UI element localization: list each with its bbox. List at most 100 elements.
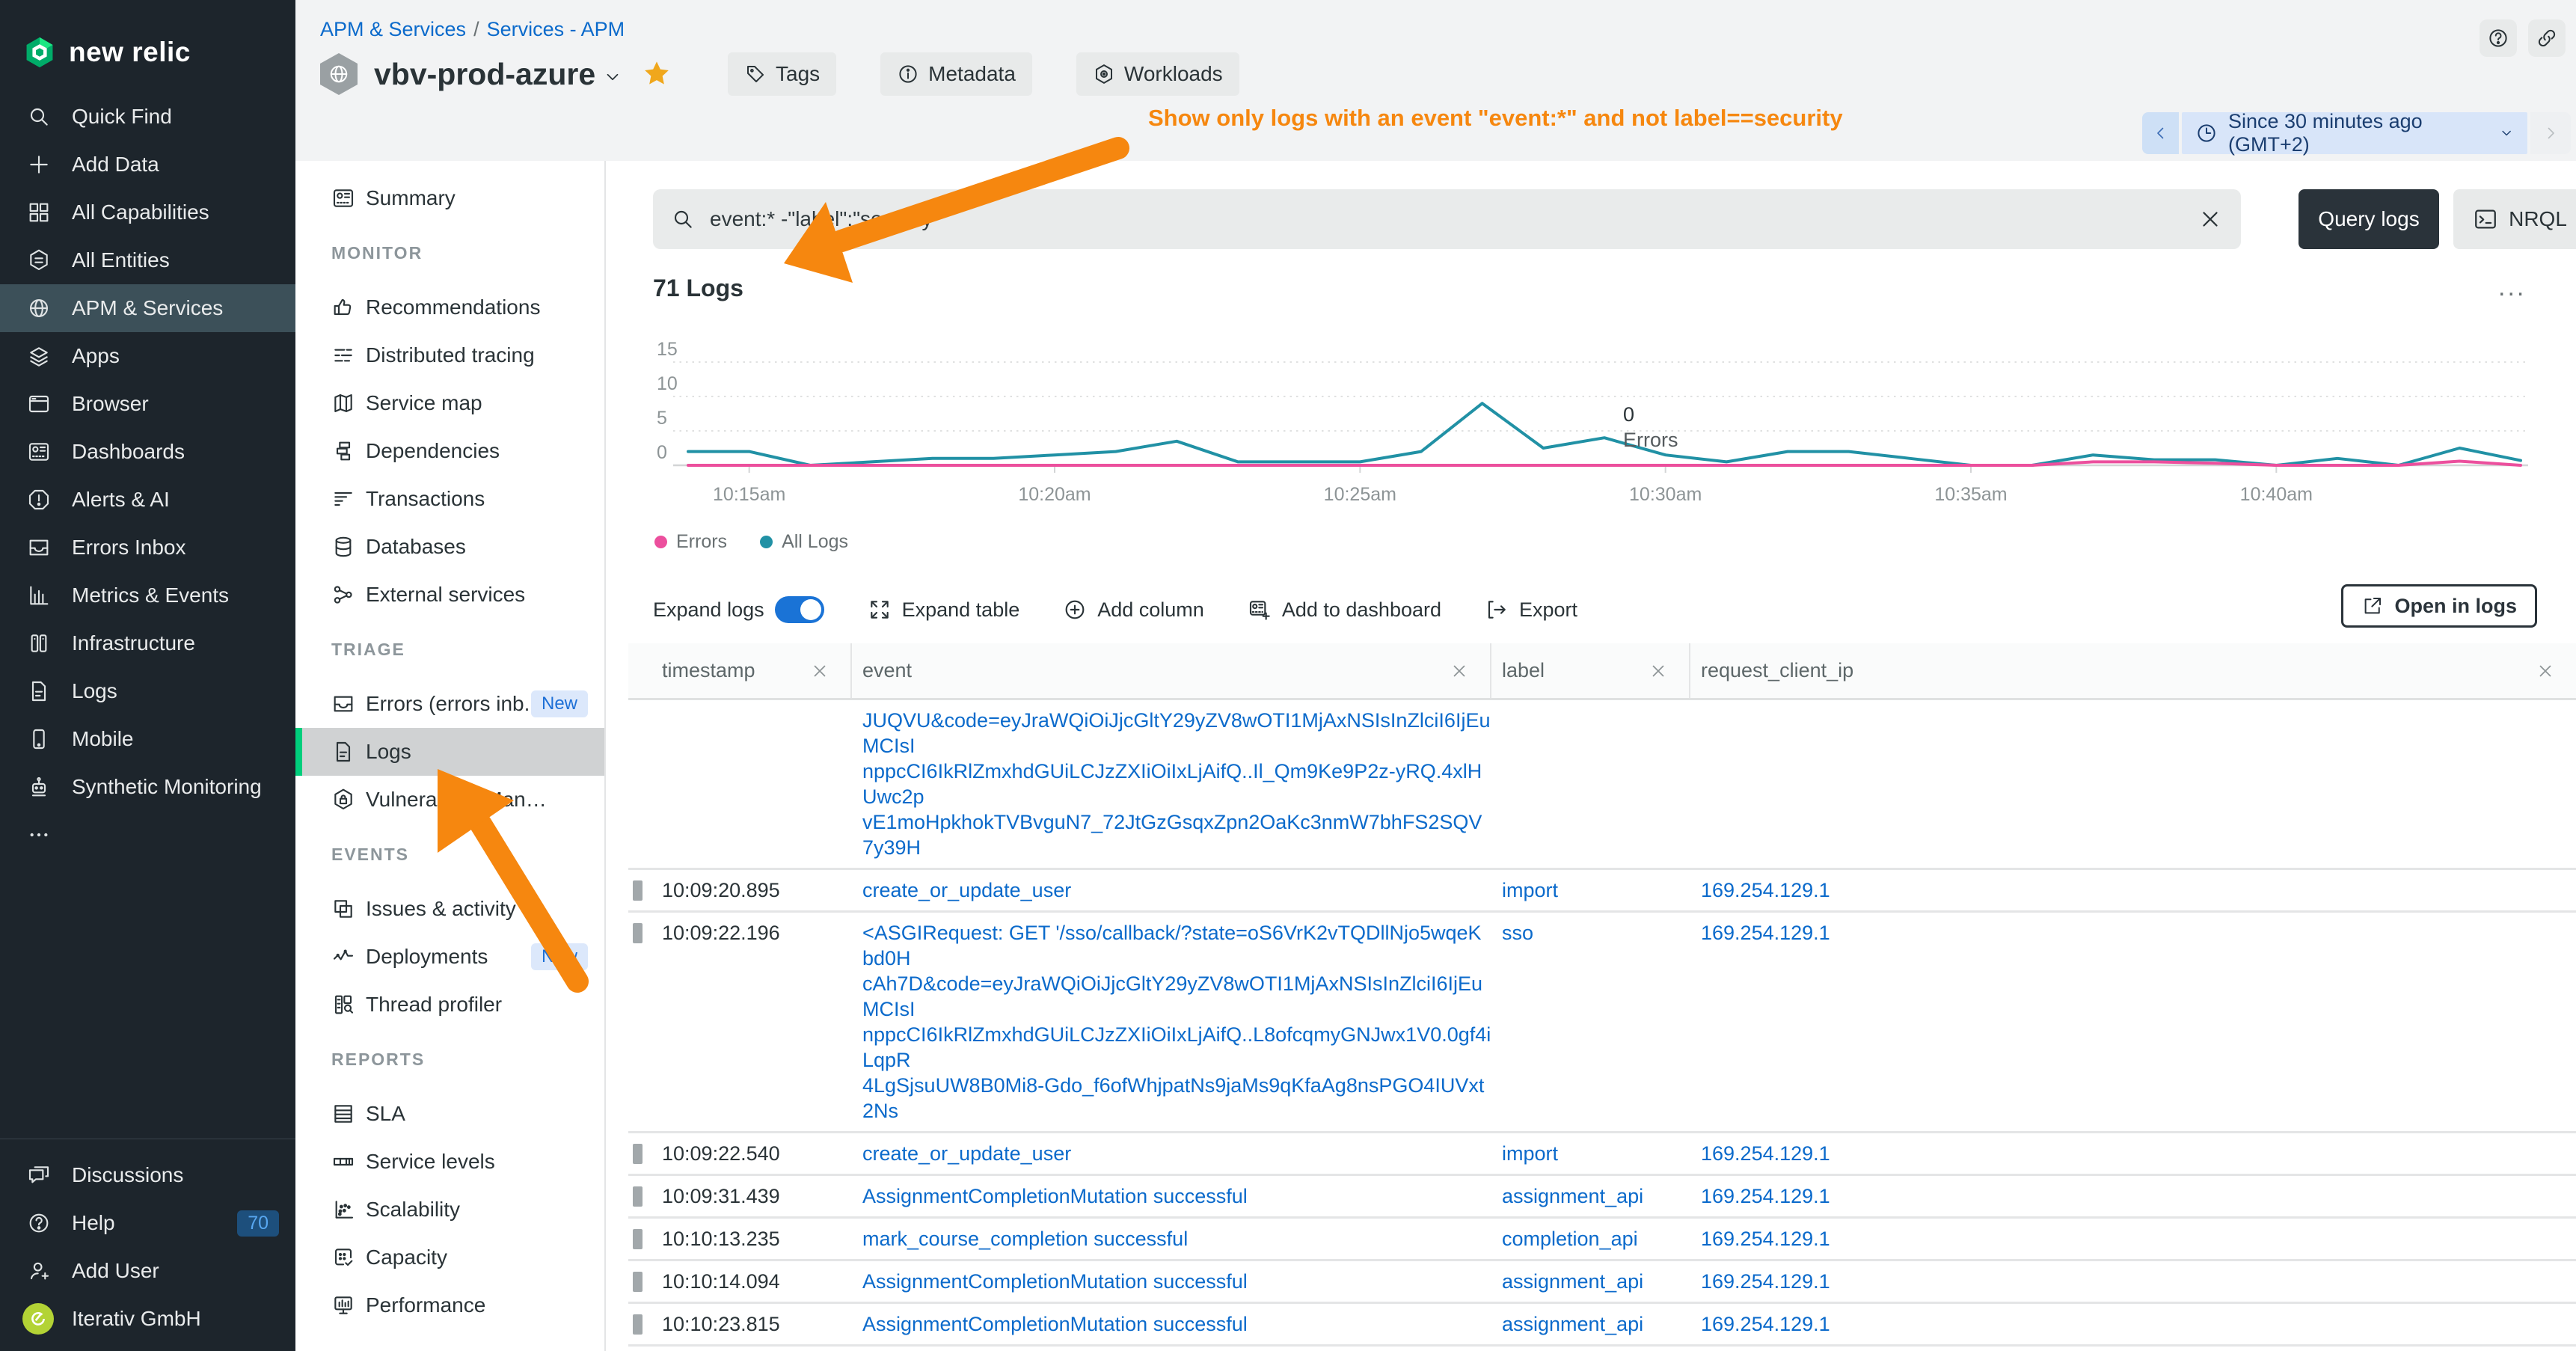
sidebar-item-help[interactable]: Help70 (0, 1199, 295, 1247)
subnav-item-deployments[interactable]: DeploymentsNew (295, 933, 604, 981)
event-link[interactable]: nppcCI6IkRlZmxhdGUiLCJzZXIiOiIxLjAifQ..I… (862, 759, 1491, 809)
sidebar-item-add-data[interactable]: Add Data (0, 141, 295, 189)
sidebar-item-alerts-ai[interactable]: Alerts & AI (0, 476, 295, 524)
workloads-button[interactable]: Workloads (1076, 52, 1239, 96)
event-link[interactable]: cAh7D&code=eyJraWQiOiJjcGltY29yZV8wOTI1M… (862, 971, 1491, 1022)
open-in-logs-button[interactable]: Open in logs (2341, 584, 2537, 628)
subnav-item-transactions[interactable]: Transactions (295, 475, 604, 523)
subnav-item-dependencies[interactable]: Dependencies (295, 427, 604, 475)
column-header-timestamp[interactable]: timestamp (628, 643, 852, 698)
permalink-button[interactable] (2528, 19, 2566, 57)
subnav-item-distributed-tracing[interactable]: Distributed tracing (295, 331, 604, 379)
table-row[interactable]: 10:10:23.815AssignmentCompletionMutation… (628, 1304, 2576, 1347)
add-to-dashboard-button[interactable]: Add to dashboard (1248, 598, 1441, 622)
ip-link[interactable]: 169.254.129.1 (1701, 1141, 2576, 1166)
remove-column-icon[interactable] (1450, 661, 1469, 681)
ip-link[interactable]: 169.254.129.1 (1701, 920, 2576, 946)
sidebar-item-quick-find[interactable]: Quick Find (0, 93, 295, 141)
table-row[interactable]: 10:09:31.439AssignmentCompletionMutation… (628, 1176, 2576, 1219)
sidebar-item-all-entities[interactable]: All Entities (0, 236, 295, 284)
event-link[interactable]: mark_course_completion successful (862, 1226, 1491, 1252)
title-chevron-down-icon[interactable] (603, 67, 622, 87)
label-link[interactable]: completion_api (1502, 1226, 1690, 1252)
clear-query-icon[interactable] (2198, 206, 2223, 232)
sidebar-item-infrastructure[interactable]: Infrastructure (0, 619, 295, 667)
label-link[interactable]: assignment_api (1502, 1183, 1690, 1209)
event-link[interactable]: vE1moHpkhokTVBvguN7_72JtGzGsqxZpn2OaKc3n… (862, 809, 1491, 860)
label-link[interactable]: import (1502, 1141, 1690, 1166)
chart-options-menu[interactable]: ... (2498, 273, 2526, 302)
breadcrumb-services-apm[interactable]: Services - APM (487, 18, 625, 40)
sidebar-item-all-capabilities[interactable]: All Capabilities (0, 189, 295, 236)
table-row[interactable]: 10:10:14.094AssignmentCompletionMutation… (628, 1261, 2576, 1304)
tags-button[interactable]: Tags (728, 52, 836, 96)
expand-logs-toggle[interactable] (775, 596, 824, 623)
event-link[interactable]: create_or_update_user (862, 1141, 1491, 1166)
label-link[interactable]: import (1502, 877, 1690, 903)
column-header-label[interactable]: label (1491, 643, 1690, 698)
event-link[interactable]: JUQVU&code=eyJraWQiOiJjcGltY29yZV8wOTI1M… (862, 708, 1491, 759)
ip-link[interactable]: 169.254.129.1 (1701, 1226, 2576, 1252)
remove-column-icon[interactable] (810, 661, 829, 681)
label-link[interactable]: assignment_api (1502, 1269, 1690, 1294)
column-header-request-client-ip[interactable]: request_client_ip (1690, 643, 2576, 698)
legend-item-errors[interactable]: Errors (654, 531, 727, 553)
sidebar-item-mobile[interactable]: Mobile (0, 715, 295, 763)
sidebar-item-apps[interactable]: Apps (0, 332, 295, 380)
label-link[interactable]: assignment_api (1502, 1311, 1690, 1337)
favorite-star-icon[interactable] (642, 59, 672, 89)
sidebar-item-discussions[interactable]: Discussions (0, 1151, 295, 1199)
subnav-item-summary[interactable]: Summary (295, 174, 604, 222)
event-link[interactable]: nppcCI6IkRlZmxhdGUiLCJzZXIiOiIxLjAifQ..L… (862, 1022, 1491, 1073)
subnav-item-errors-errors-inb[interactable]: Errors (errors inb...New (295, 680, 604, 728)
time-back-button[interactable] (2142, 112, 2179, 154)
subnav-item-logs[interactable]: Logs (295, 728, 604, 776)
time-forward-button[interactable] (2530, 112, 2571, 154)
ip-link[interactable]: 169.254.129.1 (1701, 877, 2576, 903)
table-row[interactable]: 10:10:35.305AssignmentCompletionMutation… (628, 1347, 2576, 1351)
ip-link[interactable]: 169.254.129.1 (1701, 1269, 2576, 1294)
event-link[interactable]: AssignmentCompletionMutation successful (862, 1183, 1491, 1209)
breadcrumb-apm-services[interactable]: APM & Services (320, 18, 466, 40)
subnav-item-performance[interactable]: Performance (295, 1281, 604, 1329)
query-logs-button[interactable]: Query logs (2299, 189, 2439, 249)
sidebar-item-ellipsis[interactable] (0, 811, 295, 859)
subnav-item-issues-activity[interactable]: Issues & activity (295, 885, 604, 933)
sidebar-item-synthetic-monitoring[interactable]: Synthetic Monitoring (0, 763, 295, 811)
subnav-item-thread-profiler[interactable]: Thread profiler (295, 981, 604, 1029)
sidebar-item-browser[interactable]: Browser (0, 380, 295, 428)
subnav-item-databases[interactable]: Databases (295, 523, 604, 571)
subnav-item-service-levels[interactable]: Service levels (295, 1138, 604, 1186)
sidebar-item-metrics-events[interactable]: Metrics & Events (0, 572, 295, 619)
event-link[interactable]: AssignmentCompletionMutation successful (862, 1311, 1491, 1337)
event-link[interactable]: 4LgSjsuUW8B0Mi8-Gdo_f6ofWhjpatNs9jaMs9qK… (862, 1073, 1491, 1124)
subnav-item-external-services[interactable]: External services (295, 571, 604, 619)
subnav-item-recommendations[interactable]: Recommendations (295, 284, 604, 331)
remove-column-icon[interactable] (1649, 661, 1668, 681)
sidebar-item-logs[interactable]: Logs (0, 667, 295, 715)
metadata-button[interactable]: Metadata (880, 52, 1032, 96)
legend-item-all-logs[interactable]: All Logs (760, 531, 848, 553)
ip-link[interactable]: 169.254.129.1 (1701, 1183, 2576, 1209)
remove-column-icon[interactable] (2536, 661, 2555, 681)
event-link[interactable]: <ASGIRequest: GET '/sso/callback/?state=… (862, 920, 1491, 971)
subnav-item-vulnerability-management[interactable]: Vulnerability Management (295, 776, 604, 824)
subnav-item-capacity[interactable]: Capacity (295, 1234, 604, 1281)
help-button[interactable] (2480, 19, 2517, 57)
event-link[interactable]: create_or_update_user (862, 877, 1491, 903)
subnav-item-sla[interactable]: SLA (295, 1090, 604, 1138)
subnav-item-service-map[interactable]: Service map (295, 379, 604, 427)
table-row[interactable]: 10:09:22.540create_or_update_userimport1… (628, 1133, 2576, 1176)
label-link[interactable]: sso (1502, 920, 1690, 946)
log-query-input[interactable] (708, 206, 2198, 232)
add-column-button[interactable]: Add column (1063, 598, 1204, 622)
expand-table-button[interactable]: Expand table (868, 598, 1020, 622)
time-picker[interactable]: Since 30 minutes ago (GMT+2) (2182, 112, 2527, 154)
table-row[interactable]: 10:09:20.895create_or_update_userimport1… (628, 870, 2576, 913)
export-button[interactable]: Export (1485, 598, 1577, 622)
column-header-event[interactable]: event (852, 643, 1491, 698)
subnav-item-scalability[interactable]: Scalability (295, 1186, 604, 1234)
sidebar-item-dashboards[interactable]: Dashboards (0, 428, 295, 476)
sidebar-item-iterativ-gmbh[interactable]: Iterativ GmbH (0, 1295, 295, 1343)
sidebar-item-add-user[interactable]: Add User (0, 1247, 295, 1295)
